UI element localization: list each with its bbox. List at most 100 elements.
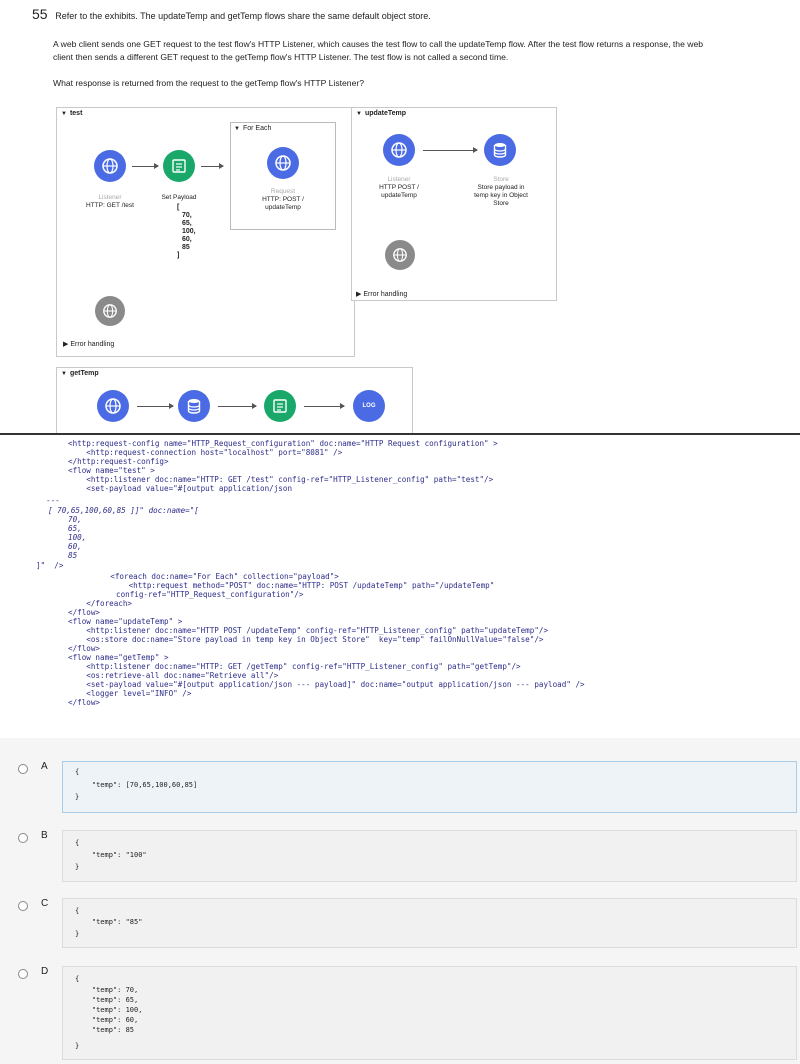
code-line: <logger level="INFO" /> — [68, 689, 192, 698]
option-d-line: "temp": 65, — [75, 996, 139, 1004]
option-a-letter: A — [41, 761, 48, 772]
update-error-handling[interactable]: ▶ Error handling — [356, 290, 407, 298]
option-d-radio[interactable] — [18, 969, 28, 979]
code-line: <http:request-connection host="localhost… — [68, 448, 343, 457]
code-line: 65, — [68, 524, 82, 533]
option-c-box[interactable]: { "temp": "85" } — [62, 898, 797, 948]
test-error-handling[interactable]: ▶ Error handling — [63, 340, 114, 348]
code-line: </http:request-config> — [68, 457, 169, 466]
code-line: <http:listener doc:name="HTTP: GET /test… — [68, 475, 494, 484]
update-listener-label-1: HTTP POST / — [379, 184, 419, 191]
question-intro: Refer to the exhibits. The updateTemp an… — [55, 11, 431, 21]
code-line: </flow> — [68, 608, 101, 617]
test-listener-label: Listener HTTP: GET /test — [65, 194, 155, 210]
option-b-box[interactable]: { "temp": "100" } — [62, 830, 797, 882]
object-store-icon — [484, 134, 516, 166]
flow-arrow — [137, 403, 174, 409]
update-listener-sub: Listener — [387, 176, 411, 183]
request-sub: Request — [270, 188, 296, 195]
flow-diagram-exhibit: ▼ test Listener HTTP: GET /test Set Paylo… — [53, 101, 561, 434]
option-c-radio[interactable] — [18, 901, 28, 911]
payload-value: 70, — [182, 212, 192, 219]
code-line: 100, — [68, 533, 87, 542]
flow-arrow — [423, 147, 478, 153]
code-line: config-ref="HTTP_Request_configuration"/… — [116, 590, 304, 599]
test-flow-box: ▼ test Listener HTTP: GET /test Set Paylo… — [56, 107, 355, 357]
request-label: Request HTTP: POST / updateTemp — [235, 188, 331, 212]
code-line: <os:retrieve-all doc:name="Retrieve all"… — [68, 671, 279, 680]
question-paragraph-1-cont: client then sends a different GET reques… — [53, 52, 509, 62]
globe-icon — [95, 296, 125, 326]
code-line: <http:request method="POST" doc:name="HT… — [92, 581, 495, 590]
flow-arrow — [218, 403, 257, 409]
code-line: <flow name="getTemp" > — [68, 653, 169, 662]
update-temp-flow-title: ▼ updateTemp — [356, 110, 407, 117]
globe-icon — [383, 134, 415, 166]
option-d-box[interactable]: { "temp": 70, "temp": 65, "temp": 100, "… — [62, 966, 797, 1060]
option-d-line: "temp": 100, — [75, 1006, 143, 1014]
flow-arrow — [304, 403, 345, 409]
test-flow-title: ▼ test — [61, 110, 83, 117]
test-listener-sub: Listener — [98, 194, 122, 201]
code-line: 85 — [68, 551, 78, 560]
question-header: 55 Refer to the exhibits. The updateTemp… — [32, 6, 431, 22]
get-temp-flow-title: ▼ getTemp — [61, 370, 99, 377]
store-label-3: Store — [493, 200, 509, 207]
code-line: <http:listener doc:name="HTTP: GET /getT… — [68, 662, 521, 671]
code-line: <foreach doc:name="For Each" collection=… — [92, 572, 339, 581]
option-b-letter: B — [41, 830, 48, 841]
question-paragraph-1: A web client sends one GET request to th… — [53, 39, 704, 49]
question-prompt: What response is returned from the reque… — [53, 78, 365, 88]
option-c-line: } — [75, 930, 80, 938]
set-payload-icon — [163, 150, 195, 182]
option-c-line: { — [75, 907, 80, 915]
foreach-scope: ▼ For Each Request HTTP: POST / updateTem… — [230, 122, 336, 230]
code-line: [ 70,65,100,60,85 ]]" doc:name="[ — [48, 506, 199, 515]
option-b-radio[interactable] — [18, 833, 28, 843]
code-line: </foreach> — [68, 599, 133, 608]
code-line: </flow> — [68, 698, 101, 707]
option-d-line: "temp": 70, — [75, 986, 139, 994]
option-a-radio[interactable] — [18, 764, 28, 774]
object-store-icon — [178, 390, 210, 422]
code-line: ]" /> — [36, 561, 64, 570]
update-listener-label: Listener HTTP POST / updateTemp — [356, 176, 442, 200]
store-label-2: temp key in Object — [474, 192, 528, 199]
code-line: </flow> — [68, 644, 101, 653]
option-c-line: "temp": "85" — [75, 918, 143, 926]
update-temp-flow-box: ▼ updateTemp Listener HTTP POST / updateT… — [351, 107, 557, 301]
code-line: <os:store doc:name="Store payload in tem… — [68, 635, 544, 644]
code-line: 70, — [68, 515, 82, 524]
store-label-1: Store payload in — [477, 184, 525, 191]
globe-icon — [385, 240, 415, 270]
update-listener-label-2: updateTemp — [381, 192, 417, 199]
payload-values-list: [ 70, 65, 100, 60, 85 ] — [177, 204, 196, 260]
code-line: <flow name="test" > — [68, 466, 155, 475]
store-sub: Store — [493, 176, 509, 183]
option-d-line: "temp": 85 — [75, 1026, 135, 1034]
option-d-line: } — [75, 1042, 80, 1050]
option-d-line: { — [75, 975, 80, 983]
option-d-letter: D — [41, 966, 49, 977]
option-c-letter: C — [41, 898, 49, 909]
option-a-box[interactable]: { "temp": [70,65,100,60,85] } — [62, 761, 797, 813]
payload-value: ] — [177, 252, 180, 259]
flow-arrow — [201, 163, 224, 169]
request-label-1: HTTP: POST / — [262, 196, 304, 203]
globe-icon — [97, 390, 129, 422]
code-line: <flow name="updateTemp" > — [68, 617, 183, 626]
payload-value: [ — [177, 204, 180, 211]
option-a-line: "temp": [70,65,100,60,85] — [75, 781, 198, 789]
code-line: 60, — [68, 542, 82, 551]
payload-value: 100, — [182, 228, 196, 235]
code-line: <set-payload value="#[output application… — [68, 484, 293, 493]
option-a-line: { — [75, 768, 80, 776]
set-payload-sub: Set Payload — [161, 194, 197, 201]
request-label-2: updateTemp — [265, 204, 301, 211]
foreach-title: ▼ For Each — [234, 125, 272, 132]
code-line: --- — [46, 496, 60, 505]
option-a-line: } — [75, 793, 80, 801]
logger-icon: LOG — [353, 390, 385, 422]
option-b-line: "temp": "100" — [75, 851, 147, 859]
payload-value: 60, — [182, 236, 192, 243]
